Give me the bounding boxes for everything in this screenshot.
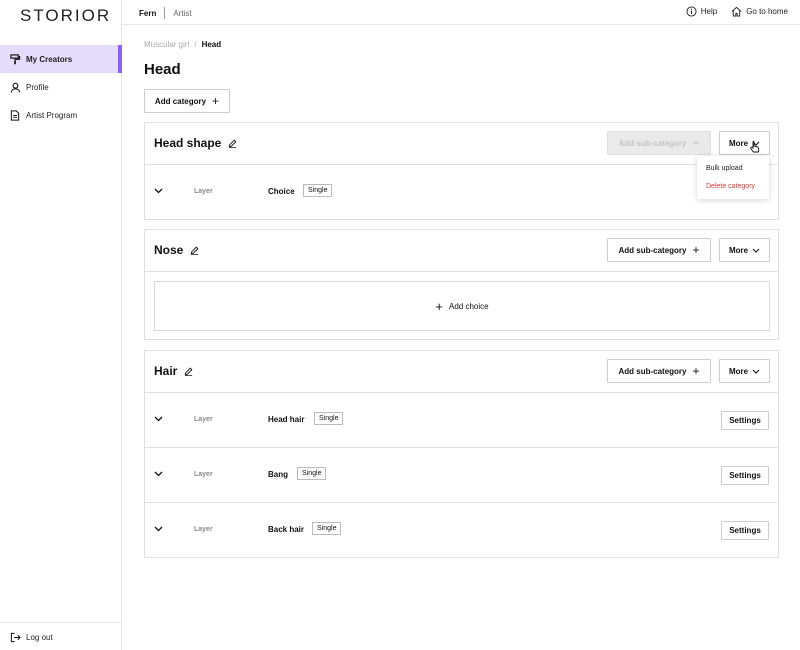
help-label: Help bbox=[700, 7, 718, 16]
table-row: Layer Back hair Single Settings bbox=[145, 503, 778, 558]
chevron-down-icon bbox=[752, 248, 760, 253]
add-sub-category-label: Add sub-category bbox=[618, 138, 687, 148]
more-label: More bbox=[728, 138, 749, 148]
logout-label: Log out bbox=[26, 632, 53, 642]
layer-label: Layer bbox=[194, 526, 213, 533]
chevron-down-icon bbox=[752, 369, 760, 374]
more-button[interactable]: More bbox=[719, 359, 770, 383]
menu-item-bulk-upload[interactable]: Bulk upload bbox=[706, 165, 743, 172]
info-icon bbox=[686, 6, 697, 17]
add-choice-label: Add choice bbox=[449, 301, 489, 311]
plus-icon: + bbox=[692, 136, 700, 150]
add-category-label: Add category bbox=[154, 96, 207, 106]
sidebar-footer: Log out bbox=[0, 622, 122, 650]
home-icon bbox=[731, 6, 742, 17]
sub-category-name: Head hair bbox=[268, 415, 305, 424]
logout-icon bbox=[9, 631, 21, 643]
category-title: Hair bbox=[154, 364, 193, 378]
add-sub-category-button[interactable]: Add sub-category + bbox=[607, 359, 711, 383]
more-button[interactable]: More bbox=[719, 238, 770, 262]
chevron-down-icon[interactable] bbox=[154, 416, 163, 422]
storior-logo[interactable]: STORIOR bbox=[20, 6, 111, 26]
tab-artist[interactable]: Artist bbox=[173, 9, 191, 18]
plus-icon: + bbox=[212, 94, 220, 108]
logout-button[interactable]: Log out bbox=[0, 623, 122, 650]
layer-label: Layer bbox=[194, 471, 213, 478]
sub-category-name: Bang bbox=[268, 470, 288, 479]
layer-label: Layer bbox=[194, 416, 213, 423]
layer-label: Layer bbox=[194, 188, 213, 195]
top-bar: Fern Artist Help Go to home bbox=[122, 0, 800, 25]
tab-fern[interactable]: Fern bbox=[139, 9, 156, 18]
more-label: More bbox=[728, 245, 749, 255]
selection-type-badge: Single bbox=[297, 467, 327, 480]
more-button[interactable]: More bbox=[719, 131, 770, 155]
settings-button[interactable]: Settings bbox=[721, 521, 769, 540]
sidebar-item-label: Profile bbox=[26, 82, 49, 92]
edit-pencil-icon[interactable] bbox=[228, 139, 237, 148]
selection-type-badge: Single bbox=[303, 184, 333, 197]
edit-pencil-icon[interactable] bbox=[190, 246, 199, 255]
add-sub-category-button[interactable]: Add sub-category + bbox=[607, 131, 711, 155]
plus-icon: + bbox=[435, 298, 443, 314]
category-panel-hair: Hair Add sub-category + More Layer Head … bbox=[144, 350, 779, 558]
category-title-text: Head shape bbox=[154, 136, 222, 150]
sidebar-item-label: Artist Program bbox=[26, 110, 78, 120]
category-title-text: Hair bbox=[154, 364, 178, 378]
add-choice-button[interactable]: + Add choice bbox=[154, 281, 770, 331]
paint-roller-icon bbox=[9, 53, 21, 65]
add-sub-category-button[interactable]: Add sub-category + bbox=[607, 238, 711, 262]
category-header: Hair Add sub-category + More bbox=[145, 351, 778, 393]
settings-button[interactable]: Settings bbox=[721, 466, 769, 485]
table-row: Layer Choice Single bbox=[145, 165, 778, 220]
add-sub-category-label: Add sub-category bbox=[618, 245, 687, 255]
selection-type-badge: Single bbox=[312, 522, 342, 535]
category-panel-head-shape: Head shape Add sub-category + More Layer… bbox=[144, 122, 779, 220]
chevron-down-icon[interactable] bbox=[154, 471, 163, 477]
breadcrumb-parent[interactable]: Muscular girl bbox=[144, 40, 189, 49]
tab-divider bbox=[164, 7, 166, 19]
breadcrumb-separator: / bbox=[194, 40, 197, 49]
go-to-home-link[interactable]: Go to home bbox=[731, 6, 788, 17]
chevron-down-icon[interactable] bbox=[154, 188, 163, 194]
page-title: Head bbox=[144, 61, 181, 78]
plus-icon: + bbox=[692, 364, 700, 378]
category-title-text: Nose bbox=[154, 243, 184, 257]
table-row: Layer Bang Single Settings bbox=[145, 448, 778, 503]
settings-button[interactable]: Settings bbox=[721, 411, 769, 430]
edit-pencil-icon[interactable] bbox=[184, 367, 193, 376]
category-title: Nose bbox=[154, 243, 199, 257]
breadcrumb-current: Head bbox=[201, 40, 222, 49]
chevron-down-icon[interactable] bbox=[154, 526, 163, 532]
sidebar-item-profile[interactable]: Profile bbox=[0, 73, 122, 101]
category-header: Head shape Add sub-category + More bbox=[145, 123, 778, 165]
selection-type-badge: Single bbox=[314, 412, 344, 425]
help-link[interactable]: Help bbox=[686, 6, 717, 17]
sub-category-name: Choice bbox=[268, 187, 295, 196]
table-row: Layer Head hair Single Settings bbox=[145, 393, 778, 448]
user-icon bbox=[9, 81, 21, 93]
category-header: Nose Add sub-category + More bbox=[145, 230, 778, 272]
breadcrumb: Muscular girl / Head bbox=[144, 40, 221, 49]
more-label: More bbox=[728, 366, 749, 376]
sidebar-item-my-creators[interactable]: My Creators bbox=[0, 45, 122, 73]
category-panel-nose: Nose Add sub-category + More + Add choic… bbox=[144, 229, 779, 340]
add-sub-category-label: Add sub-category bbox=[618, 366, 687, 376]
sidebar-item-artist-program[interactable]: Artist Program bbox=[0, 101, 122, 129]
sidebar: STORIOR My Creators Profile Artist Progr… bbox=[0, 0, 122, 650]
hand-cursor-icon bbox=[749, 140, 761, 155]
category-title: Head shape bbox=[154, 136, 237, 150]
sub-category-name: Back hair bbox=[268, 525, 305, 534]
home-label: Go to home bbox=[746, 7, 788, 16]
add-category-button[interactable]: Add category + bbox=[144, 89, 230, 113]
menu-item-delete-category[interactable]: Delete category bbox=[706, 183, 755, 190]
sidebar-item-label: My Creators bbox=[26, 54, 73, 64]
more-dropdown-menu: Bulk upload Delete category bbox=[697, 156, 769, 199]
document-icon bbox=[9, 109, 21, 121]
plus-icon: + bbox=[692, 243, 700, 257]
